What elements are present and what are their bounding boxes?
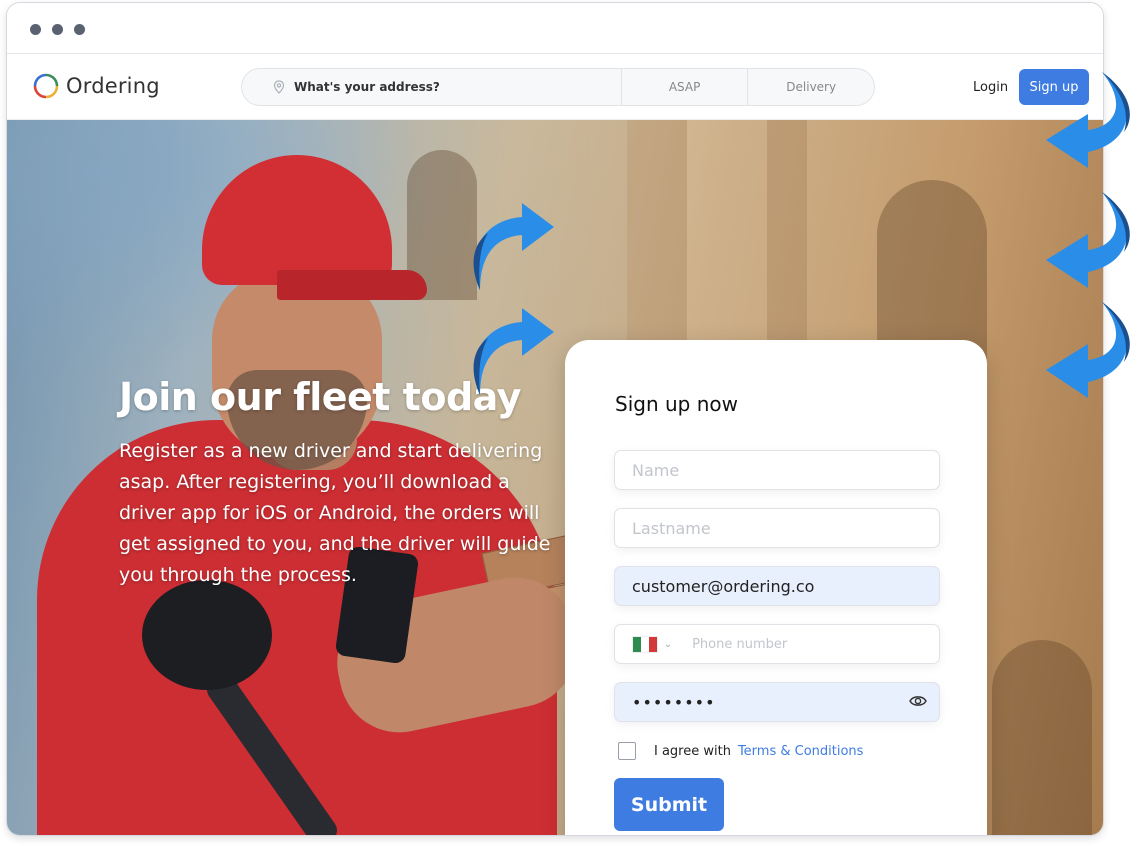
scooter-mirror [142, 580, 272, 690]
curved-arrow-icon [1046, 72, 1130, 168]
site-header: Ordering What's your address? ASAP Deliv… [7, 54, 1103, 120]
curved-arrow-icon [473, 203, 554, 290]
lastname-input[interactable] [632, 518, 882, 538]
terms-link[interactable]: Terms & Conditions [738, 744, 864, 759]
window-dot-maximize[interactable] [74, 24, 85, 35]
email-field[interactable]: customer@ordering.co [614, 566, 940, 606]
driver-photo-cap-brim [277, 270, 427, 300]
eye-icon[interactable] [909, 694, 927, 708]
window-dot-close[interactable] [30, 24, 41, 35]
name-input[interactable] [632, 460, 882, 480]
address-bar: What's your address? ASAP Delivery [241, 68, 875, 106]
hero-title: Join our fleet today [119, 375, 521, 419]
hero-description: Register as a new driver and start deliv… [119, 440, 551, 586]
password-field[interactable]: •••••••• [614, 682, 940, 722]
signup-card: Sign up now customer@ordering.co ⌄ •••••… [565, 340, 987, 835]
submit-button[interactable]: Submit [614, 778, 724, 831]
location-pin-icon [273, 80, 285, 94]
curved-arrow-icon [1046, 302, 1130, 398]
window-dot-minimize[interactable] [52, 24, 63, 35]
phone-input[interactable] [692, 636, 939, 652]
building-arch [992, 640, 1092, 835]
agree-label: I agree with [654, 743, 731, 759]
logo-ring-icon [33, 73, 59, 99]
terms-checkbox[interactable] [618, 742, 636, 760]
logo-text: Ordering [66, 74, 160, 98]
password-value[interactable]: •••••••• [632, 693, 882, 712]
email-value[interactable]: customer@ordering.co [632, 577, 882, 596]
login-link[interactable]: Login [973, 80, 1008, 95]
address-placeholder: What's your address? [294, 80, 440, 94]
signup-title: Sign up now [615, 392, 738, 416]
chevron-down-icon[interactable]: ⌄ [664, 639, 672, 650]
mexico-flag-icon[interactable] [632, 635, 658, 653]
curved-arrow-icon [1046, 192, 1130, 288]
browser-chrome [7, 3, 1103, 54]
browser-window: Ordering What's your address? ASAP Deliv… [6, 2, 1104, 836]
curved-arrow-icon [473, 308, 554, 395]
ordering-logo[interactable]: Ordering [33, 71, 160, 101]
lastname-field[interactable] [614, 508, 940, 548]
time-selector[interactable]: ASAP [622, 69, 749, 105]
address-input[interactable]: What's your address? [242, 69, 622, 105]
terms-agreement: I agree with Terms & Conditions [618, 742, 863, 760]
name-field[interactable] [614, 450, 940, 490]
order-type-selector[interactable]: Delivery [748, 69, 874, 105]
phone-field[interactable]: ⌄ [614, 624, 940, 664]
